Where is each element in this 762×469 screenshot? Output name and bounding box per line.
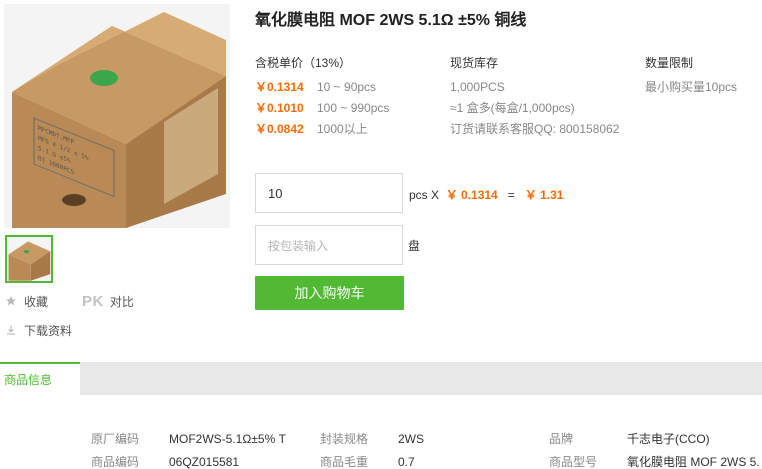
quantity-input[interactable]: 10: [255, 173, 403, 213]
download-icon[interactable]: [4, 323, 18, 337]
spec-row: 原厂编码 MOF2WS-5.1Ω±5% T: [91, 432, 286, 446]
unit-x: pcs X: [409, 188, 440, 202]
download-button[interactable]: 下载资料: [24, 322, 72, 339]
limit-header: 数量限制: [645, 56, 694, 70]
spec-column-1: 原厂编码 MOF2WS-5.1Ω±5% T 商品编码 06QZ015581: [91, 428, 286, 469]
spec-row: 商品毛重 0.7: [320, 455, 415, 469]
pk-icon[interactable]: PK: [82, 293, 104, 310]
price-tier: ￥0.1314 10 ~ 90pcs: [255, 80, 377, 94]
unit-price: ￥ 0.1314: [445, 188, 498, 202]
product-thumbnail[interactable]: [5, 235, 53, 283]
min-order: 最小购买量10pcs: [645, 80, 738, 94]
stock-column: 现货库存 1,000PCS ≈1 盒多(每盒/1,000pcs) 订货请联系客服…: [450, 55, 619, 140]
tab-product-info[interactable]: 商品信息: [0, 362, 80, 395]
spec-row: 商品编码 06QZ015581: [91, 455, 240, 469]
stock-contact: 订货请联系客服QQ: 800158062: [450, 122, 620, 136]
spec-row: 品牌 千志电子(CCO): [549, 432, 710, 446]
price-tier: ￥0.0842 1000以上: [255, 122, 368, 136]
stock-qty: 1,000PCS: [450, 80, 505, 94]
price-header: 含税单价（13%）: [255, 56, 352, 70]
price-calculation: pcs X ￥ 0.1314 = ￥ 1.31: [409, 186, 563, 203]
package-input[interactable]: 按包装输入: [255, 225, 403, 265]
add-to-cart-button[interactable]: 加入购物车: [255, 276, 404, 310]
compare-button[interactable]: 对比: [110, 293, 134, 310]
price-tier: ￥0.1010 100 ~ 990pcs: [255, 101, 390, 115]
product-title: 氧化膜电阻 MOF 2WS 5.1Ω ±5% 铜线: [255, 12, 527, 29]
stock-boxes: ≈1 盒多(每盒/1,000pcs): [450, 101, 575, 115]
spec-row: 商品型号 氧化膜电阻 MOF 2WS 5.: [549, 455, 760, 469]
tab-bar: 商品信息: [0, 362, 762, 395]
spec-column-3: 品牌 千志电子(CCO) 商品型号 氧化膜电阻 MOF 2WS 5.: [549, 428, 760, 469]
spec-column-2: 封装规格 2WS 商品毛重 0.7: [320, 428, 424, 469]
product-main-image: MFCMDT.MFP MFS 4 1/2 ± 5% 5.1 Ω ±5% OT 1…: [4, 4, 230, 228]
limit-column: 数量限制 最小购买量10pcs: [645, 55, 737, 98]
favorite-button[interactable]: 收藏: [24, 293, 48, 310]
equals-sign: =: [507, 188, 515, 202]
spec-row: 封装规格 2WS: [320, 432, 425, 446]
side-actions: 收藏 PK 对比 下载资料: [4, 292, 134, 339]
total-price: ￥ 1.31: [524, 188, 564, 202]
price-column: 含税单价（13%） ￥0.1314 10 ~ 90pcs ￥0.1010 100 ~…: [255, 55, 389, 140]
package-unit: 盘: [408, 239, 421, 253]
star-icon[interactable]: [4, 294, 18, 308]
stock-header: 现货库存: [450, 56, 499, 70]
